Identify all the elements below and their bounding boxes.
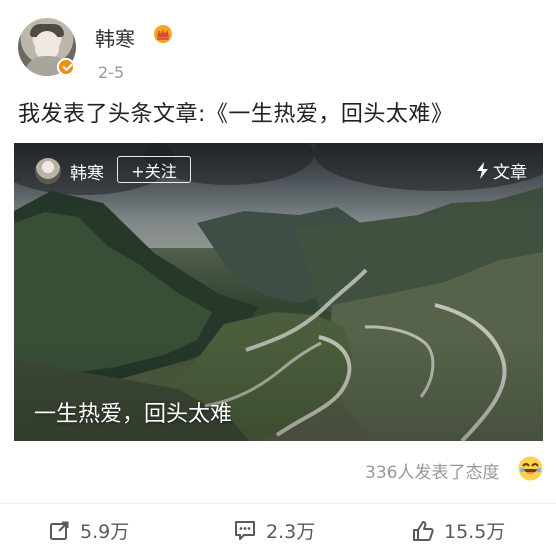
post-header: 韩寒 2-5 [18, 18, 538, 90]
comment-count: 2.3万 [266, 521, 316, 543]
like-count: 15.5万 [444, 521, 506, 543]
comment-button[interactable]: 2.3万 [234, 517, 315, 544]
article-tag: 文章 [476, 158, 527, 183]
card-author-avatar[interactable] [35, 158, 61, 184]
follow-button[interactable]: +关注 [117, 156, 191, 183]
comment-icon [235, 521, 255, 540]
card-author-name[interactable]: 韩寒 [70, 159, 104, 184]
author-name[interactable]: 韩寒 [95, 23, 135, 52]
thumbs-up-icon [413, 520, 434, 541]
article-tag-label: 文章 [493, 163, 527, 183]
post-date: 2-5 [98, 63, 125, 82]
share-button[interactable]: 5.9万 [49, 517, 129, 544]
post-text[interactable]: 我发表了头条文章:《一生热爱，回头太难》 [18, 96, 453, 128]
member-crown-icon [154, 25, 172, 43]
verified-badge-icon [57, 58, 75, 76]
article-card[interactable]: 韩寒 +关注 文章 一生热爱，回头太难 [14, 143, 543, 441]
like-button[interactable]: 15.5万 [412, 517, 505, 544]
article-title[interactable]: 一生热爱，回头太难 [34, 396, 232, 428]
action-bar-divider [0, 503, 556, 504]
reaction-summary[interactable]: 336人发表了态度 [365, 458, 499, 483]
laughing-emoji-icon [518, 456, 543, 481]
share-count: 5.9万 [80, 521, 130, 543]
share-icon [50, 521, 69, 540]
lightning-icon [477, 162, 488, 179]
